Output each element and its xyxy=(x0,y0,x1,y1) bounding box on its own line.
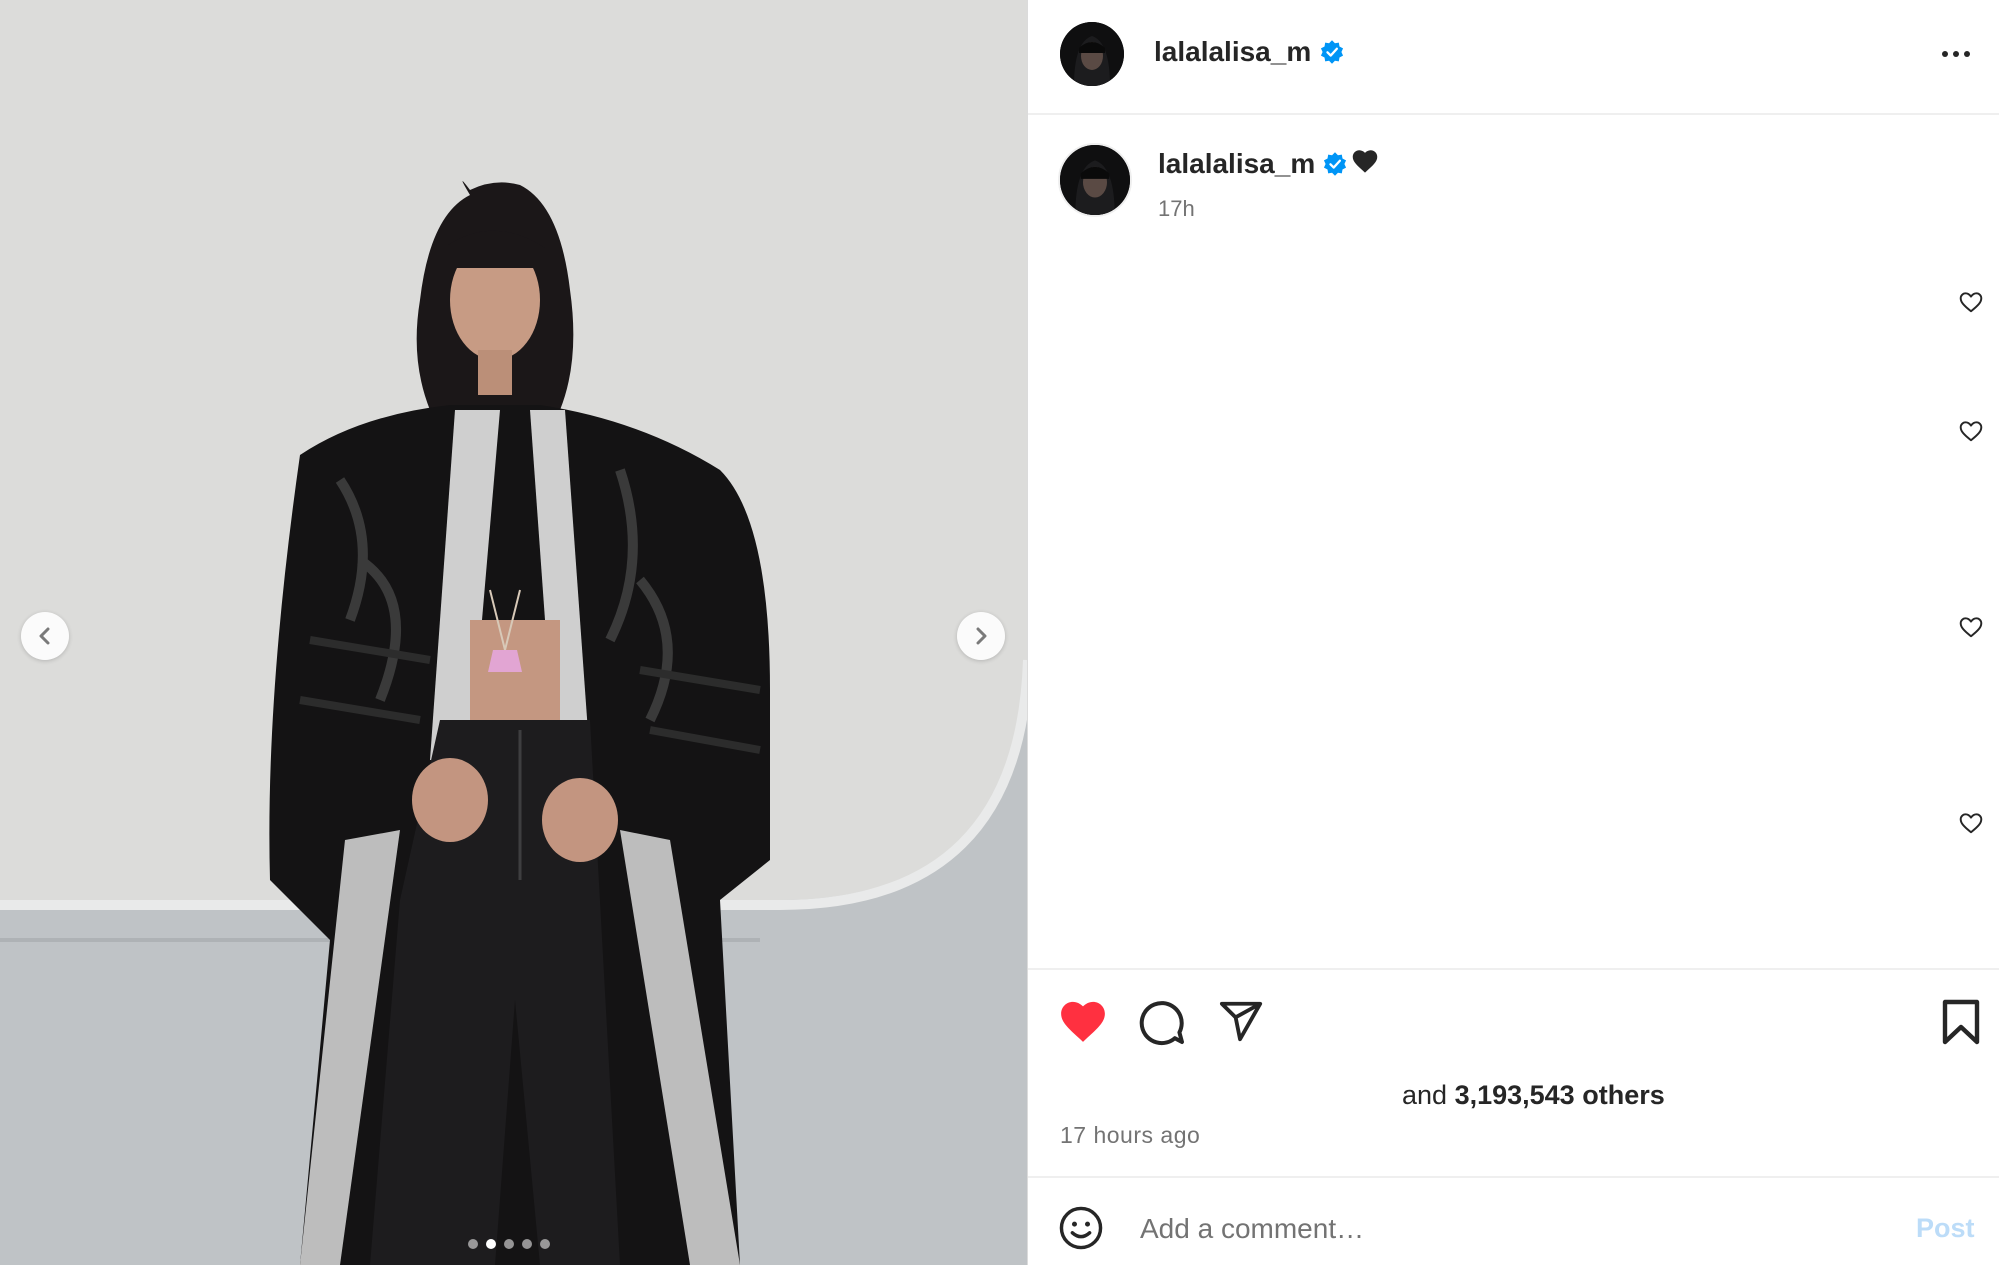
more-options-button[interactable] xyxy=(1936,36,1976,72)
caption-timestamp: 17h xyxy=(1158,196,1195,221)
caption-text: 🖤 xyxy=(1351,148,1379,179)
bookmark-icon[interactable] xyxy=(1940,998,1982,1046)
slide-dot xyxy=(504,1239,514,1249)
actions-divider xyxy=(1028,968,1999,970)
heart-outline-icon[interactable] xyxy=(1958,614,1984,640)
ellipsis-icon xyxy=(1964,51,1970,57)
post-comment-button[interactable]: Post xyxy=(1916,1213,1975,1244)
likes-count: 3,193,543 xyxy=(1454,1080,1575,1110)
heart-outline-icon[interactable] xyxy=(1958,418,1984,444)
post-panel: lalalalisa_m lalalalisa_m 🖤 xyxy=(1028,0,1999,1265)
composer-divider xyxy=(1028,1176,1999,1178)
likes-summary[interactable]: and 3,193,543 others xyxy=(1402,1080,1665,1111)
post-photo xyxy=(0,0,1028,1265)
smiley-icon[interactable] xyxy=(1058,1205,1104,1251)
post-media xyxy=(0,0,1028,1265)
avatar-image xyxy=(1060,145,1130,215)
author-avatar[interactable] xyxy=(1060,22,1124,86)
black-heart-icon xyxy=(1352,150,1378,173)
chevron-left-icon xyxy=(39,627,50,645)
next-slide-button[interactable] xyxy=(957,612,1005,660)
comment-input[interactable] xyxy=(1138,1208,1722,1250)
heart-outline-icon[interactable] xyxy=(1958,810,1984,836)
slide-indicator xyxy=(468,1239,550,1249)
slide-dot xyxy=(468,1239,478,1249)
post-header: lalalalisa_m xyxy=(1028,0,1999,115)
likes-suffix: others xyxy=(1582,1080,1665,1110)
slide-dot xyxy=(540,1239,550,1249)
send-icon[interactable] xyxy=(1218,998,1264,1044)
verified-badge-icon xyxy=(1320,40,1344,64)
heart-outline-icon[interactable] xyxy=(1958,289,1984,315)
caption-username[interactable]: lalalalisa_m xyxy=(1158,148,1315,180)
ellipsis-icon xyxy=(1942,51,1948,57)
heart-filled-icon[interactable] xyxy=(1058,998,1108,1044)
author-username[interactable]: lalalalisa_m xyxy=(1154,36,1311,68)
verified-badge-icon xyxy=(1323,152,1347,176)
caption-avatar[interactable] xyxy=(1058,143,1132,217)
slide-dot-active xyxy=(486,1239,496,1249)
comment-icon[interactable] xyxy=(1138,998,1186,1046)
previous-slide-button[interactable] xyxy=(21,612,69,660)
ellipsis-icon xyxy=(1953,51,1959,57)
chevron-right-icon xyxy=(976,627,987,645)
avatar-image xyxy=(1060,22,1124,86)
post-timestamp[interactable]: 17 hours ago xyxy=(1060,1122,1200,1149)
slide-dot xyxy=(522,1239,532,1249)
